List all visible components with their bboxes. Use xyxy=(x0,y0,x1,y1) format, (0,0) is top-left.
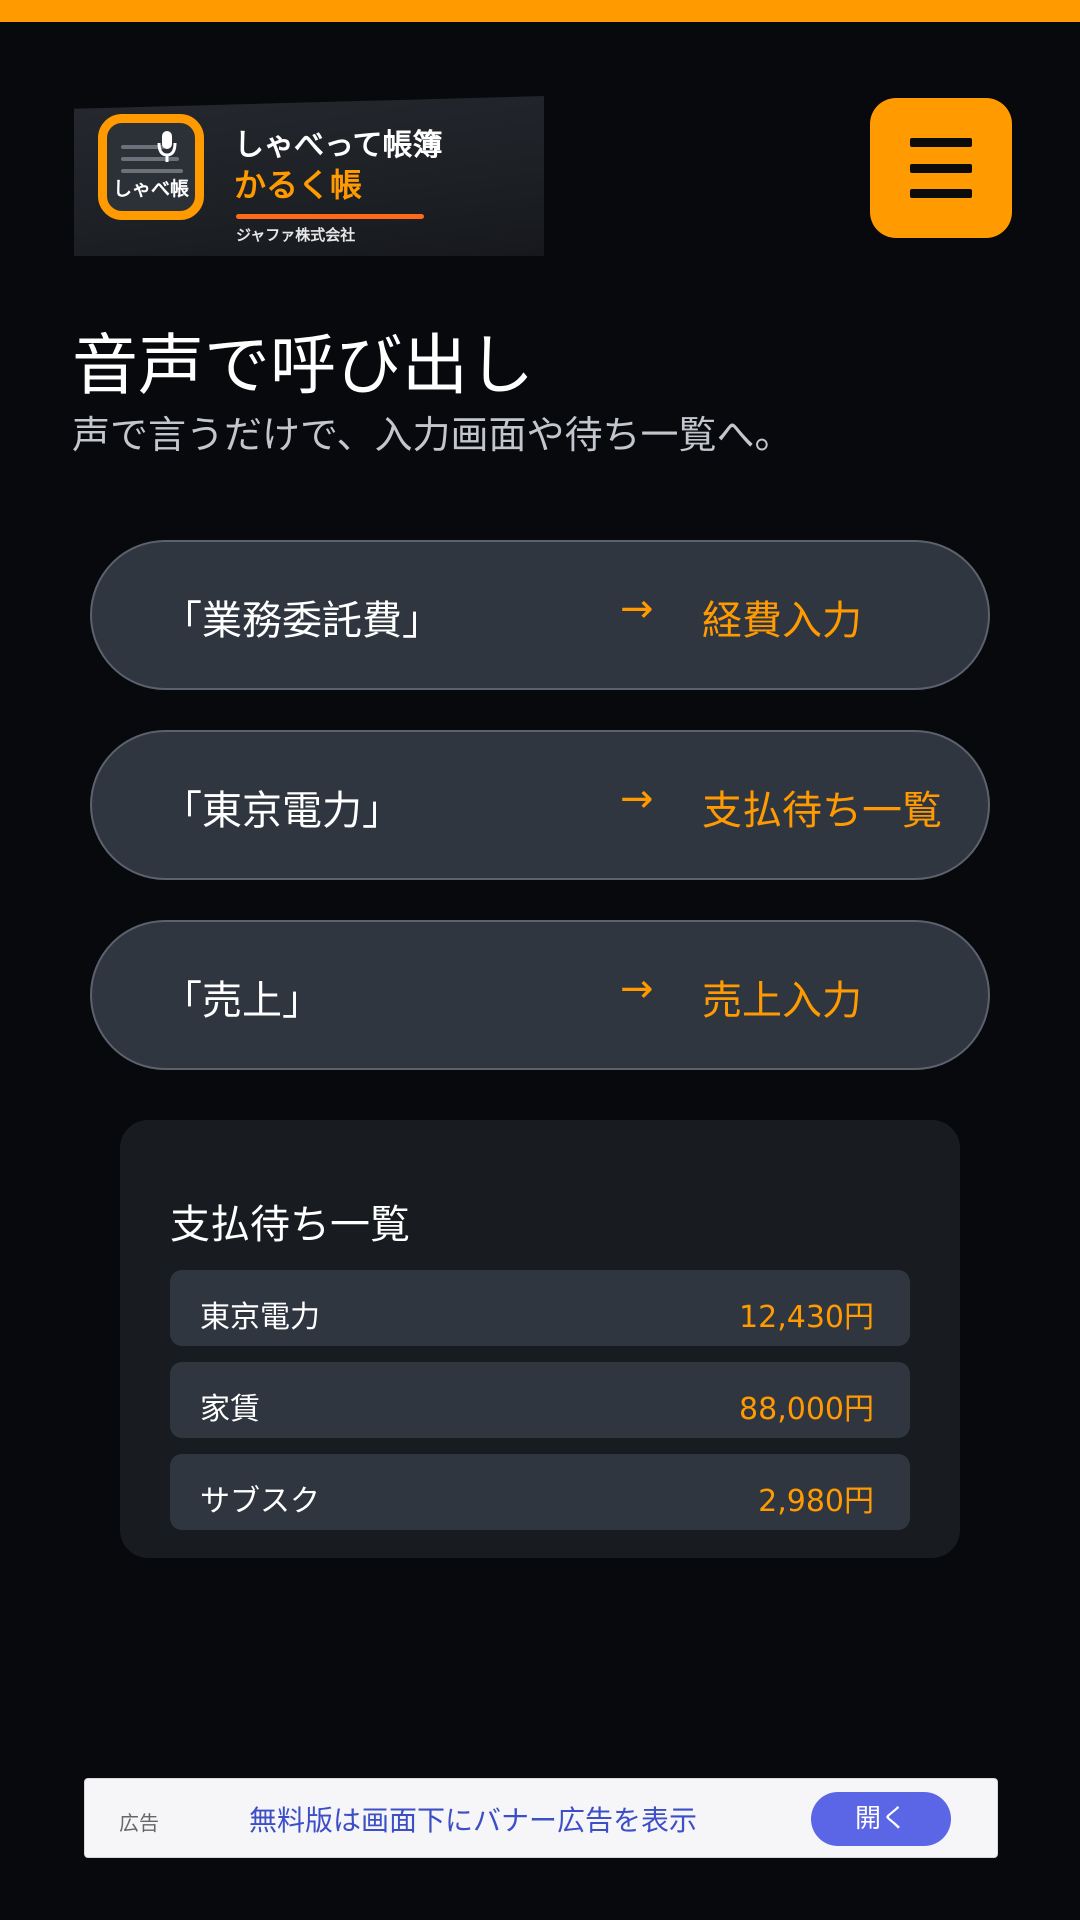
pending-payments-card: 支払待ち一覧 東京電力 12,430円 家賃 88,000円 サブスク 2,98… xyxy=(120,1120,960,1558)
app-title: しゃべって帳簿 xyxy=(234,128,443,163)
voice-command-sales[interactable]: 「売上」 → 売上入力 xyxy=(90,920,990,1070)
arrow-right-icon: → xyxy=(620,966,654,1012)
hamburger-menu-icon xyxy=(910,138,972,147)
voice-command-pending-list[interactable]: 「東京電力」 → 支払待ち一覧 xyxy=(90,730,990,880)
payee-name: 東京電力 xyxy=(200,1300,320,1335)
company-name: ジャファ株式会社 xyxy=(236,226,356,244)
ad-label: 広告 xyxy=(119,1811,159,1835)
arrow-right-icon: → xyxy=(620,586,654,632)
pending-row[interactable]: 家賃 88,000円 xyxy=(170,1362,910,1438)
logo-underline xyxy=(236,214,424,219)
microphone-icon xyxy=(157,131,177,162)
payee-name: 家賃 xyxy=(200,1392,260,1427)
app-logo: しゃべ帳 しゃべって帳簿 かるく帳 ジャファ株式会社 xyxy=(74,96,544,256)
command-phrase: 「東京電力」 xyxy=(162,788,402,834)
command-phrase: 「業務委託費」 xyxy=(162,598,442,644)
arrow-right-icon: → xyxy=(620,776,654,822)
page-title: 音声で呼び出し xyxy=(72,327,534,404)
app-icon: しゃべ帳 xyxy=(98,114,204,220)
payment-amount: 2,980円 xyxy=(758,1484,874,1519)
top-accent-strip xyxy=(0,0,1080,22)
ad-banner[interactable]: 広告 無料版は画面下にバナー広告を表示 開く xyxy=(84,1778,998,1858)
ad-open-button[interactable]: 開く xyxy=(811,1792,951,1846)
payment-amount: 88,000円 xyxy=(739,1392,874,1427)
menu-button[interactable] xyxy=(870,98,1012,238)
voice-command-expense[interactable]: 「業務委託費」 → 経費入力 xyxy=(90,540,990,690)
app-subtitle: かるく帳 xyxy=(234,166,363,204)
command-target: 売上入力 xyxy=(702,978,862,1024)
payment-amount: 12,430円 xyxy=(739,1300,874,1335)
page-subtitle: 声で言うだけで、入力画面や待ち一覧へ。 xyxy=(72,413,793,457)
pending-row[interactable]: 東京電力 12,430円 xyxy=(170,1270,910,1346)
payee-name: サブスク xyxy=(200,1484,320,1519)
ad-text[interactable]: 無料版は画面下にバナー広告を表示 xyxy=(249,1799,697,1839)
command-phrase: 「売上」 xyxy=(162,978,322,1024)
app-icon-label: しゃべ帳 xyxy=(112,178,189,200)
command-target: 支払待ち一覧 xyxy=(702,788,942,834)
command-target: 経費入力 xyxy=(702,598,862,644)
pending-row[interactable]: サブスク 2,980円 xyxy=(170,1454,910,1530)
pending-list-title: 支払待ち一覧 xyxy=(170,1202,410,1248)
